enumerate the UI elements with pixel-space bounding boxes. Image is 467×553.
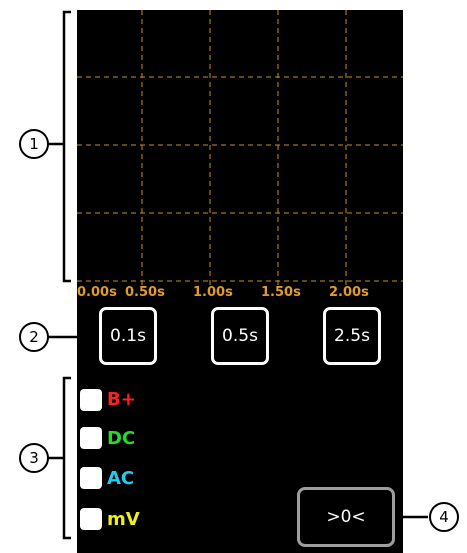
callout-number-2: 2 bbox=[19, 322, 49, 352]
bracket-3 bbox=[62, 376, 71, 540]
callout-number-1: 1 bbox=[19, 129, 49, 159]
callout-number-3: 3 bbox=[19, 443, 49, 473]
callout-number-4: 4 bbox=[429, 502, 459, 532]
bracket-1 bbox=[62, 10, 71, 283]
callout-brackets bbox=[48, 10, 428, 540]
